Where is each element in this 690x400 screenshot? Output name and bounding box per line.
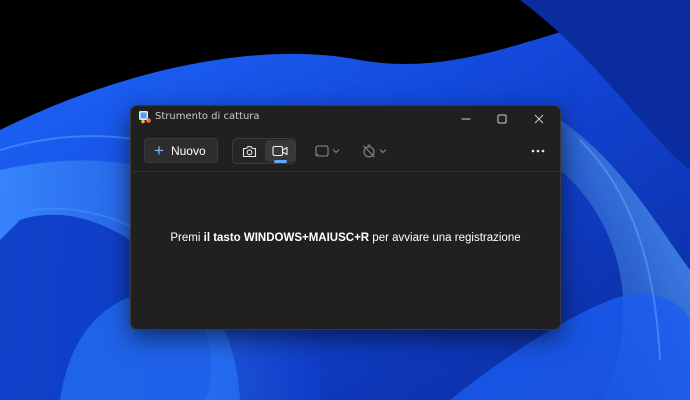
video-mode-button[interactable] — [265, 140, 295, 163]
chevron-down-icon — [379, 149, 387, 154]
recording-hint: Premi il tasto WINDOWS+MAIUSC+R per avvi… — [131, 232, 560, 244]
close-icon — [534, 114, 544, 123]
more-dots-icon — [531, 149, 545, 153]
snip-shape-dropdown[interactable] — [315, 139, 340, 163]
chevron-down-icon — [332, 149, 340, 154]
toolbar: + Nuovo — [131, 131, 560, 171]
new-capture-label: Nuovo — [170, 143, 206, 158]
hint-suffix: per avviare una registrazione — [369, 232, 521, 244]
snipping-tool-app-icon — [139, 111, 151, 124]
video-camera-icon — [272, 145, 288, 157]
new-capture-button[interactable]: + Nuovo — [144, 138, 218, 163]
close-button[interactable] — [521, 106, 557, 131]
active-mode-indicator — [274, 160, 287, 163]
camera-icon — [242, 145, 256, 157]
minimize-button[interactable] — [448, 106, 484, 131]
capture-mode-switch — [232, 138, 296, 164]
maximize-icon — [497, 114, 507, 123]
snipping-tool-window: Strumento di cattura + Nuovo Premi il ta… — [130, 105, 561, 330]
rectangle-snip-icon — [315, 145, 329, 157]
minimize-icon — [461, 118, 471, 119]
maximize-button[interactable] — [484, 106, 520, 131]
timer-off-icon — [363, 144, 375, 158]
more-options-button[interactable] — [529, 139, 547, 163]
hint-shortcut: il tasto WINDOWS+MAIUSC+R — [203, 232, 370, 244]
screenshot-mode-button[interactable] — [234, 140, 264, 162]
window-title: Strumento di cattura — [155, 111, 260, 122]
title-bar[interactable]: Strumento di cattura — [131, 106, 560, 131]
plus-icon: + — [154, 140, 164, 160]
toolbar-divider — [131, 171, 560, 172]
hint-prefix: Premi — [170, 232, 204, 244]
delay-timer-dropdown[interactable] — [362, 139, 387, 163]
